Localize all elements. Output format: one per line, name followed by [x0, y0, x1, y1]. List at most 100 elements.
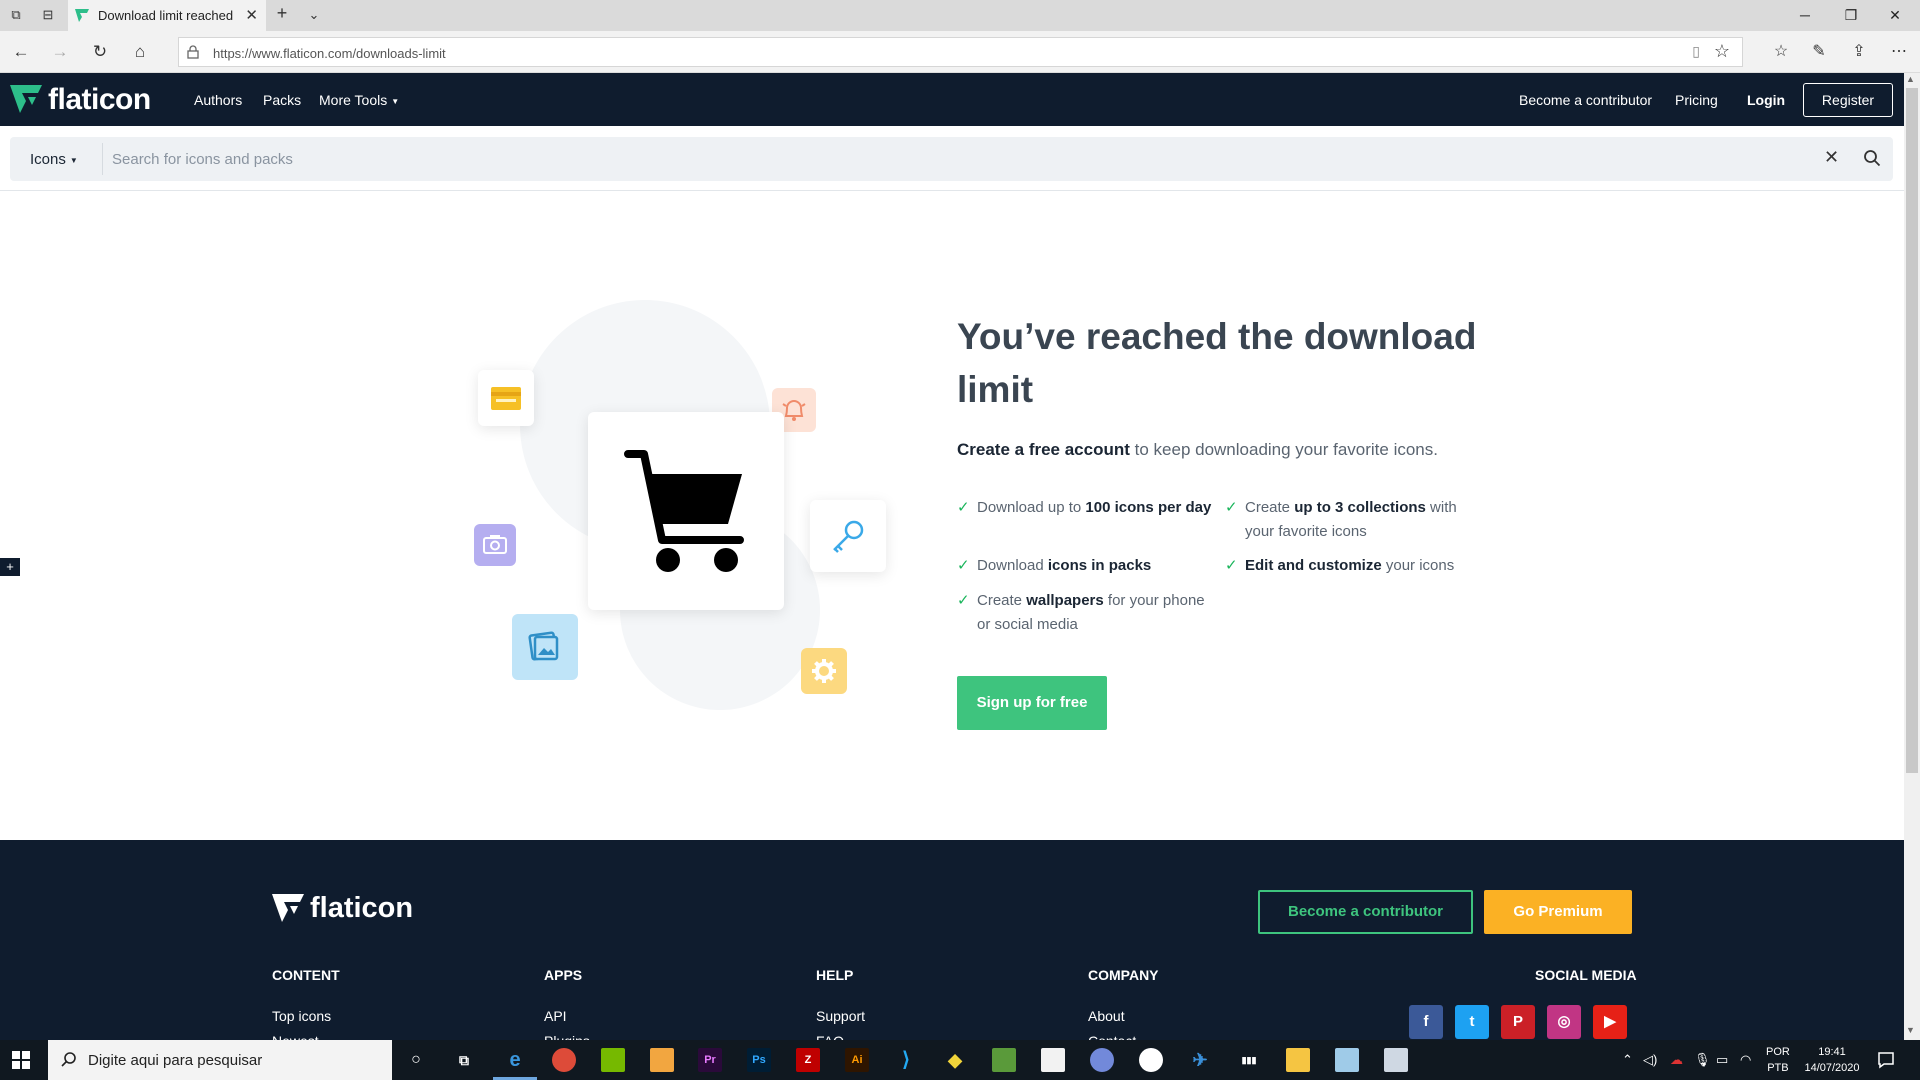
footer-logo[interactable]: flaticon: [272, 892, 413, 925]
input-language[interactable]: POR PTB: [1766, 1044, 1790, 1076]
login-link[interactable]: Login: [1747, 92, 1785, 108]
gear-icon: [812, 659, 836, 683]
footer-heading-content: CONTENT: [272, 967, 340, 983]
flaticon-logo-icon: [10, 85, 42, 113]
window-close-icon[interactable]: ✕: [1880, 5, 1910, 25]
footer-heading-social: SOCIAL MEDIA: [1535, 967, 1637, 983]
tool-app-icon[interactable]: ✈: [1188, 1048, 1212, 1072]
clock-time: 19:41: [1818, 1046, 1846, 1058]
excel-like-app-icon[interactable]: [992, 1048, 1016, 1072]
go-premium-button[interactable]: Go Premium: [1484, 890, 1632, 934]
clock[interactable]: 19:41 14/07/2020: [1800, 1044, 1864, 1076]
footer-link[interactable]: API: [544, 1008, 567, 1024]
clear-search-icon[interactable]: ✕: [1824, 147, 1839, 168]
more-icon[interactable]: ⋯: [1888, 41, 1910, 63]
sign-up-button[interactable]: Sign up for free: [957, 676, 1107, 730]
notes-app-icon[interactable]: [650, 1048, 674, 1072]
nav-authors[interactable]: Authors: [194, 92, 242, 108]
window-app-icon[interactable]: [1384, 1048, 1408, 1072]
search-icon: [61, 1052, 76, 1067]
nav-packs[interactable]: Packs: [263, 92, 301, 108]
share-icon[interactable]: ⇪: [1848, 41, 1870, 63]
battery-icon[interactable]: ▭: [1716, 1052, 1728, 1068]
search-input[interactable]: [112, 143, 1792, 175]
pinterest-icon[interactable]: P: [1501, 1005, 1535, 1039]
reading-view-icon[interactable]: ▯: [1692, 43, 1700, 60]
side-expand-button[interactable]: +: [0, 558, 20, 576]
file-explorer-app-icon[interactable]: [1286, 1048, 1310, 1072]
vscode-app-icon[interactable]: ⟩: [894, 1048, 918, 1072]
footer-link[interactable]: Top icons: [272, 1008, 331, 1024]
file-app-icon[interactable]: [1041, 1048, 1065, 1072]
premiere-app-icon[interactable]: Pr: [698, 1048, 722, 1072]
favorites-hub-icon[interactable]: ☆: [1770, 41, 1792, 63]
scroll-down-icon[interactable]: ▼: [1906, 1025, 1915, 1035]
home-icon[interactable]: ⌂: [129, 41, 151, 63]
browser-nav-bar: ← → ↻ ⌂ https://www.flaticon.com/downloa…: [0, 31, 1920, 73]
feature-bold: icons in packs: [1047, 557, 1152, 574]
web-note-icon[interactable]: ✎: [1808, 41, 1830, 63]
github-app-icon[interactable]: [1139, 1048, 1163, 1072]
flaticon-logo[interactable]: flaticon: [10, 83, 151, 117]
tablet-app-icon[interactable]: [1335, 1048, 1359, 1072]
nav-more-tools[interactable]: More Tools ▼: [319, 92, 399, 108]
chrome-app-icon[interactable]: [552, 1048, 576, 1072]
footer-heading-apps: APPS: [544, 967, 583, 983]
register-button[interactable]: Register: [1803, 83, 1893, 117]
feature-item: ✓ Download icons in packs: [957, 554, 1217, 578]
browser-tab[interactable]: Download limit reached ✕: [68, 0, 266, 31]
lock-icon: [187, 45, 199, 59]
taskbar-search-box[interactable]: Digite aqui para pesquisar: [48, 1040, 392, 1080]
minimize-icon[interactable]: ─: [1790, 5, 1820, 25]
cloud-icon[interactable]: ☁: [1670, 1052, 1683, 1068]
scrollbar-thumb[interactable]: [1906, 88, 1918, 773]
footer-link[interactable]: About: [1088, 1008, 1125, 1024]
scroll-up-icon[interactable]: ▲: [1906, 74, 1915, 84]
search-section: Icons▼ ✕: [0, 126, 1904, 191]
nvidia-app-icon[interactable]: [601, 1048, 625, 1072]
discord-app-icon[interactable]: [1090, 1048, 1114, 1072]
refresh-icon[interactable]: ↻: [89, 41, 111, 63]
tab-set-aside-icon[interactable]: ⧉: [8, 7, 24, 23]
game-app-icon[interactable]: ▮▮▮: [1237, 1048, 1261, 1072]
footer-become-contributor-button[interactable]: Become a contributor: [1258, 890, 1473, 934]
edge-app-icon[interactable]: e: [503, 1048, 527, 1072]
camera-icon: [483, 535, 507, 554]
tab-preview-icon[interactable]: ⊟: [40, 7, 56, 23]
restore-icon[interactable]: ❐: [1836, 5, 1866, 25]
check-icon: ✓: [957, 592, 970, 609]
twitter-icon[interactable]: t: [1455, 1005, 1489, 1039]
illustrator-app-icon[interactable]: Ai: [845, 1048, 869, 1072]
footer-link[interactable]: Support: [816, 1008, 865, 1024]
new-tab-icon[interactable]: +: [274, 4, 290, 22]
git-app-icon[interactable]: ◆: [943, 1048, 967, 1072]
task-view-icon[interactable]: ⧉: [452, 1048, 476, 1072]
feature-item: ✓ Create up to 3 collections with your f…: [1225, 496, 1485, 544]
windows-start-icon[interactable]: [12, 1051, 30, 1069]
photoshop-app-icon[interactable]: Ps: [747, 1048, 771, 1072]
instagram-icon[interactable]: ◎: [1547, 1005, 1581, 1039]
notification-center-icon[interactable]: [1876, 1050, 1896, 1070]
caret-down-icon: ▼: [69, 155, 78, 165]
filezilla-app-icon[interactable]: Z: [796, 1048, 820, 1072]
back-icon[interactable]: ←: [10, 41, 32, 63]
favorite-star-icon[interactable]: ☆: [1714, 41, 1730, 62]
tab-close-icon[interactable]: ✕: [245, 6, 258, 24]
nav-pricing[interactable]: Pricing: [1675, 92, 1718, 108]
tray-chevron-icon[interactable]: ⌃: [1622, 1052, 1633, 1068]
microphone-icon[interactable]: 🎙: [1694, 1052, 1711, 1068]
facebook-icon[interactable]: f: [1409, 1005, 1443, 1039]
search-icon[interactable]: [1863, 149, 1881, 167]
subtitle-bold: Create a free account: [957, 440, 1130, 459]
search-type-dropdown[interactable]: Icons ▼: [30, 151, 78, 168]
feature-item: ✓ Download up to 100 icons per day: [957, 496, 1217, 520]
nav-become-contributor[interactable]: Become a contributor: [1519, 92, 1652, 108]
youtube-icon[interactable]: ▶: [1593, 1005, 1627, 1039]
address-bar[interactable]: https://www.flaticon.com/downloads-limit…: [178, 37, 1743, 67]
check-icon: ✓: [957, 499, 970, 516]
cortana-icon[interactable]: ○: [404, 1048, 428, 1072]
wifi-icon[interactable]: ◠: [1740, 1052, 1751, 1068]
forward-icon[interactable]: →: [49, 41, 71, 63]
volume-icon[interactable]: ◁): [1643, 1052, 1657, 1068]
tab-list-chevron-icon[interactable]: ⌄: [306, 7, 322, 23]
